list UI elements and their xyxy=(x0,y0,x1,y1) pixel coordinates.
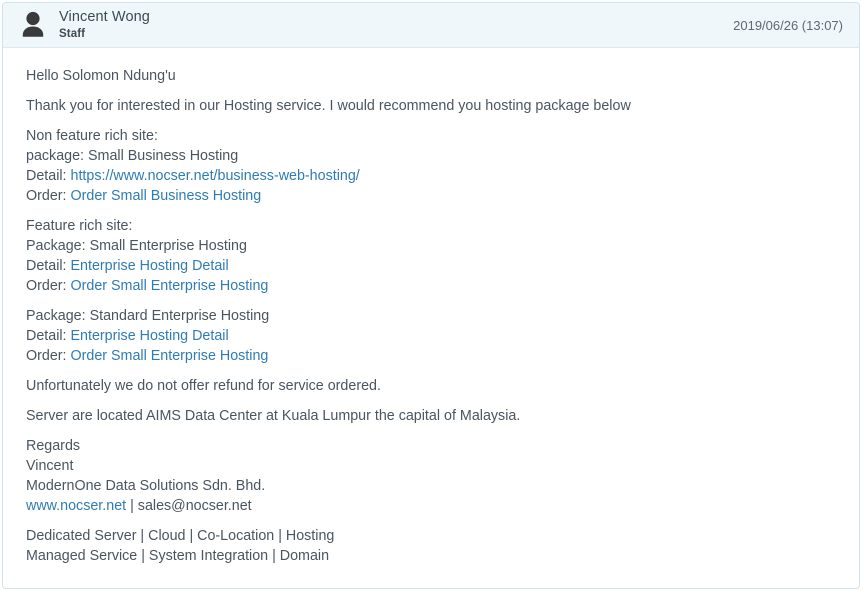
feature-detail-label: Detail: xyxy=(26,258,71,274)
signature-company: ModernOne Data Solutions Sdn. Bhd. xyxy=(26,478,266,494)
signature-block: Regards Vincent ModernOne Data Solutions… xyxy=(26,436,837,516)
non-feature-heading: Non feature rich site: xyxy=(26,128,158,144)
feature-heading: Feature rich site: xyxy=(26,218,133,234)
signature-email-text: | sales@nocser.net xyxy=(126,498,252,514)
services-line-1: Dedicated Server | Cloud | Co-Location |… xyxy=(26,528,335,544)
standard-detail-link[interactable]: Enterprise Hosting Detail xyxy=(71,328,229,344)
greeting-paragraph: Hello Solomon Ndung'u xyxy=(26,66,837,86)
feature-detail-link[interactable]: Enterprise Hosting Detail xyxy=(71,258,229,274)
non-feature-detail-link[interactable]: https://www.nocser.net/business-web-host… xyxy=(71,168,360,184)
message-header: Vincent Wong Staff 2019/06/26 (13:07) xyxy=(3,3,859,48)
message-timestamp: 2019/06/26 (13:07) xyxy=(733,17,843,33)
standard-order-label: Order: xyxy=(26,348,71,364)
feature-order-link[interactable]: Order Small Enterprise Hosting xyxy=(71,278,269,294)
services-block: Dedicated Server | Cloud | Co-Location |… xyxy=(26,526,837,566)
feature-package: Package: Small Enterprise Hosting xyxy=(26,238,247,254)
feature-order-line: Order: Order Small Enterprise Hosting xyxy=(26,276,837,296)
non-feature-detail-label: Detail: xyxy=(26,168,71,184)
feature-order-label: Order: xyxy=(26,278,71,294)
intro-paragraph: Thank you for interested in our Hosting … xyxy=(26,96,837,116)
author-role-badge: Staff xyxy=(59,27,86,40)
non-feature-rich-block: Non feature rich site: package: Small Bu… xyxy=(26,126,837,206)
feature-rich-block: Feature rich site: Package: Small Enterp… xyxy=(26,216,837,296)
non-feature-order-link[interactable]: Order Small Business Hosting xyxy=(71,188,262,204)
feature-detail-line: Detail: Enterprise Hosting Detail xyxy=(26,256,837,276)
standard-enterprise-block: Package: Standard Enterprise Hosting Det… xyxy=(26,306,837,366)
standard-detail-line: Detail: Enterprise Hosting Detail xyxy=(26,326,837,346)
intro-text: Thank you for interested in our Hosting … xyxy=(26,98,631,114)
greeting-text: Hello Solomon Ndung'u xyxy=(26,68,176,84)
user-avatar-icon xyxy=(17,9,49,41)
non-feature-detail-line: Detail: https://www.nocser.net/business-… xyxy=(26,166,837,186)
non-feature-order-label: Order: xyxy=(26,188,71,204)
author-name[interactable]: Vincent Wong xyxy=(59,9,150,26)
author-block: Vincent Wong Staff xyxy=(59,9,150,41)
server-location-paragraph: Server are located AIMS Data Center at K… xyxy=(26,406,837,426)
signature-website-link[interactable]: www.nocser.net xyxy=(26,498,126,514)
message-panel: Vincent Wong Staff 2019/06/26 (13:07) He… xyxy=(2,2,860,589)
standard-detail-label: Detail: xyxy=(26,328,71,344)
non-feature-package: package: Small Business Hosting xyxy=(26,148,239,164)
standard-order-link[interactable]: Order Small Enterprise Hosting xyxy=(71,348,269,364)
non-feature-order-line: Order: Order Small Business Hosting xyxy=(26,186,837,206)
signature-regards: Regards xyxy=(26,438,81,454)
refund-notice-text: Unfortunately we do not offer refund for… xyxy=(26,378,381,394)
signature-name: Vincent xyxy=(26,458,74,474)
standard-package: Package: Standard Enterprise Hosting xyxy=(26,308,270,324)
server-location-text: Server are located AIMS Data Center at K… xyxy=(26,408,521,424)
refund-notice-paragraph: Unfortunately we do not offer refund for… xyxy=(26,376,837,396)
services-line-2: Managed Service | System Integration | D… xyxy=(26,548,330,564)
standard-order-line: Order: Order Small Enterprise Hosting xyxy=(26,346,837,366)
message-body: Hello Solomon Ndung'u Thank you for inte… xyxy=(3,48,859,582)
signature-contact-line: www.nocser.net | sales@nocser.net xyxy=(26,496,837,516)
